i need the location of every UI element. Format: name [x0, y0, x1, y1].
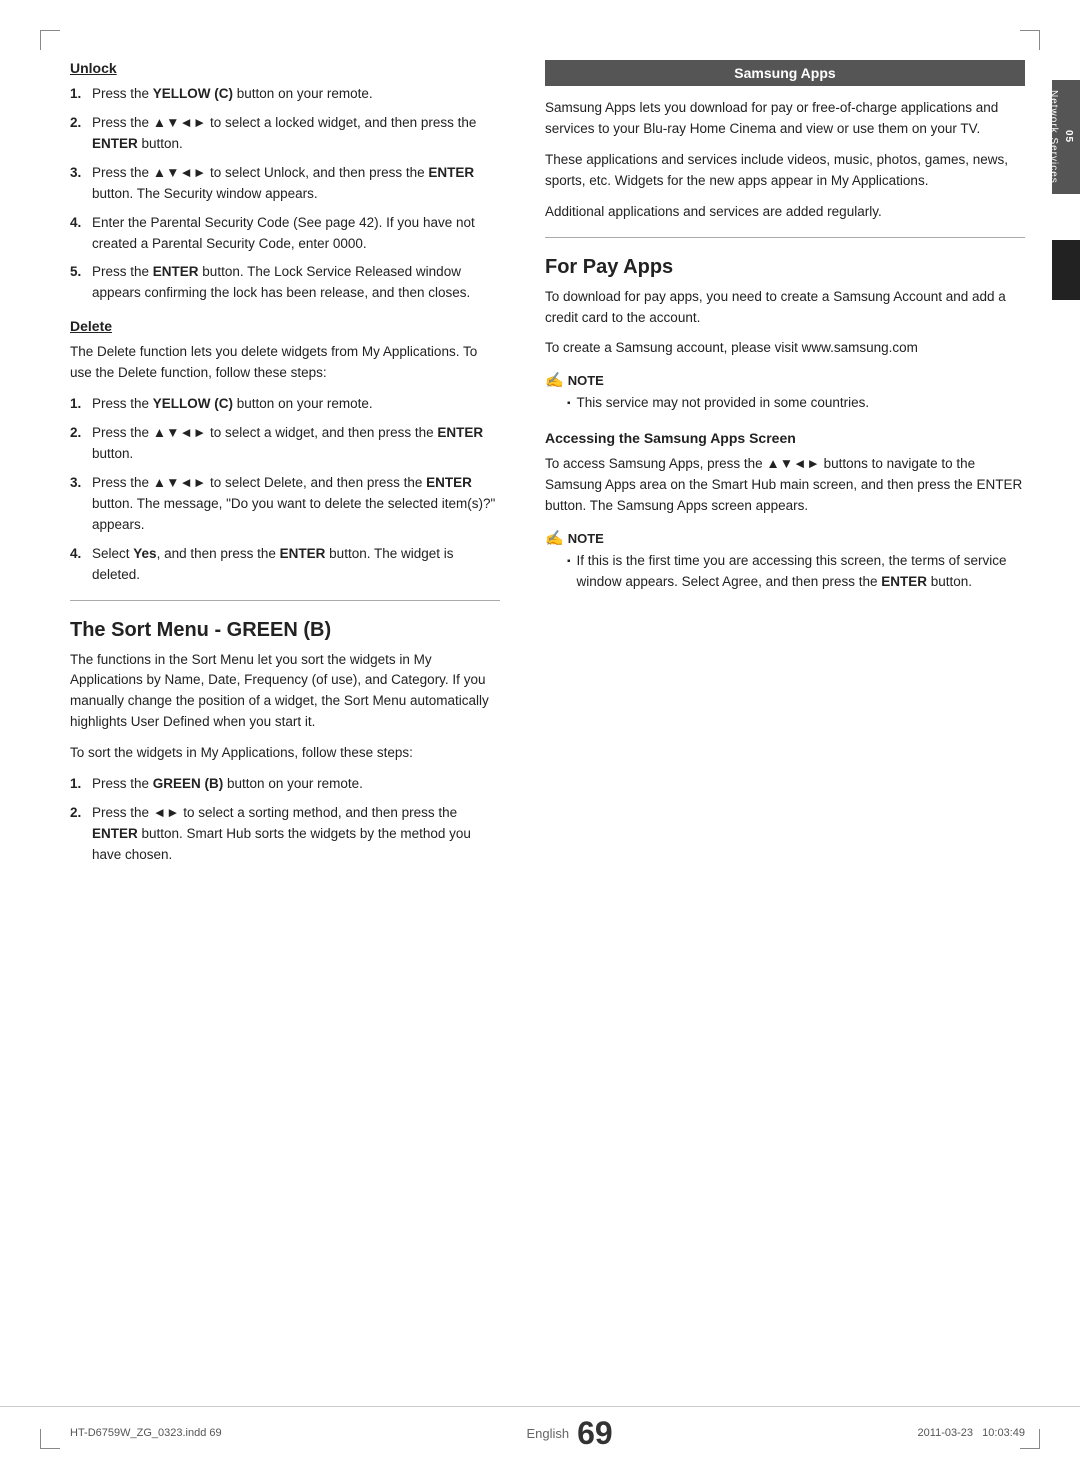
left-column: Unlock 1. Press the YELLOW (C) button on… [70, 60, 530, 880]
corner-mark-tr [1020, 30, 1040, 50]
accessing-para1: To access Samsung Apps, press the ▲▼◄► b… [545, 454, 1025, 517]
for-pay-apps-para2: To create a Samsung account, please visi… [545, 338, 1025, 359]
footer-date: 2011-03-23 [918, 1427, 973, 1439]
delete-step-4: 4. Select Yes, and then press the ENTER … [70, 544, 500, 586]
delete-step-1: 1. Press the YELLOW (C) button on your r… [70, 394, 500, 415]
samsung-apps-heading: Samsung Apps [545, 60, 1025, 86]
footer-time: 10:03:49 [982, 1427, 1025, 1439]
sort-step-2: 2. Press the ◄► to select a sorting meth… [70, 803, 500, 866]
footer-english-label: English [526, 1426, 569, 1441]
footer-file-label: HT-D6759W_ZG_0323.indd 69 [70, 1427, 222, 1439]
note-title-2: ✍ NOTE [545, 529, 1025, 547]
note-icon-1: ✍ [545, 371, 564, 389]
accessing-section: Accessing the Samsung Apps Screen To acc… [545, 430, 1025, 593]
chapter-tab: 05 Network Services [1052, 80, 1080, 194]
for-pay-apps-divider [545, 237, 1025, 238]
note-list-2: If this is the first time you are access… [567, 551, 1025, 593]
for-pay-apps-para1: To download for pay apps, you need to cr… [545, 287, 1025, 329]
sort-menu-divider [70, 600, 500, 601]
unlock-steps-list: 1. Press the YELLOW (C) button on your r… [70, 84, 500, 304]
unlock-heading: Unlock [70, 60, 500, 76]
unlock-step-3: 3. Press the ▲▼◄► to select Unlock, and … [70, 163, 500, 205]
sort-menu-heading: The Sort Menu - GREEN (B) [70, 619, 500, 642]
unlock-step-2: 2. Press the ▲▼◄► to select a locked wid… [70, 113, 500, 155]
sort-menu-steps-list: 1. Press the GREEN (B) button on your re… [70, 774, 500, 866]
delete-heading: Delete [70, 318, 500, 334]
accessing-note: ✍ NOTE If this is the first time you are… [545, 529, 1025, 593]
note-item-2: If this is the first time you are access… [567, 551, 1025, 593]
delete-intro: The Delete function lets you delete widg… [70, 342, 500, 384]
unlock-step-4: 4. Enter the Parental Security Code (See… [70, 213, 500, 255]
footer-page: English 69 [526, 1417, 612, 1449]
note-icon-2: ✍ [545, 529, 564, 547]
right-column: Samsung Apps Samsung Apps lets you downl… [530, 60, 1025, 880]
unlock-step-1: 1. Press the YELLOW (C) button on your r… [70, 84, 500, 105]
sort-step-1: 1. Press the GREEN (B) button on your re… [70, 774, 500, 795]
delete-step-3: 3. Press the ▲▼◄► to select Delete, and … [70, 473, 500, 536]
sort-menu-section: The Sort Menu - GREEN (B) The functions … [70, 600, 500, 866]
samsung-apps-para3: Additional applications and services are… [545, 202, 1025, 223]
sort-menu-para1: The functions in the Sort Menu let you s… [70, 650, 500, 734]
delete-steps-list: 1. Press the YELLOW (C) button on your r… [70, 394, 500, 585]
chapter-tab-dark [1052, 240, 1080, 300]
chapter-name: Network Services [1048, 90, 1059, 184]
note-list-1: This service may not provided in some co… [567, 393, 1025, 414]
footer-datetime: 2011-03-23 10:03:49 [918, 1427, 1025, 1439]
chapter-number: 05 [1063, 130, 1074, 143]
main-content: Unlock 1. Press the YELLOW (C) button on… [0, 0, 1080, 940]
samsung-apps-para2: These applications and services include … [545, 150, 1025, 192]
footer: HT-D6759W_ZG_0323.indd 69 English 69 201… [0, 1406, 1080, 1449]
corner-mark-tl [40, 30, 60, 50]
footer-page-number: 69 [577, 1417, 613, 1449]
for-pay-apps-section: For Pay Apps To download for pay apps, y… [545, 237, 1025, 415]
unlock-step-5: 5. Press the ENTER button. The Lock Serv… [70, 262, 500, 304]
for-pay-apps-heading: For Pay Apps [545, 256, 1025, 279]
note-title-1: ✍ NOTE [545, 371, 1025, 389]
unlock-section: Unlock 1. Press the YELLOW (C) button on… [70, 60, 500, 304]
samsung-apps-section: Samsung Apps Samsung Apps lets you downl… [545, 60, 1025, 223]
delete-section: Delete The Delete function lets you dele… [70, 318, 500, 585]
page: 05 Network Services Unlock 1. Press the … [0, 0, 1080, 1479]
accessing-heading: Accessing the Samsung Apps Screen [545, 430, 1025, 446]
samsung-apps-para1: Samsung Apps lets you download for pay o… [545, 98, 1025, 140]
delete-step-2: 2. Press the ▲▼◄► to select a widget, an… [70, 423, 500, 465]
note-item-1: This service may not provided in some co… [567, 393, 1025, 414]
for-pay-apps-note: ✍ NOTE This service may not provided in … [545, 371, 1025, 414]
sort-menu-para2: To sort the widgets in My Applications, … [70, 743, 500, 764]
